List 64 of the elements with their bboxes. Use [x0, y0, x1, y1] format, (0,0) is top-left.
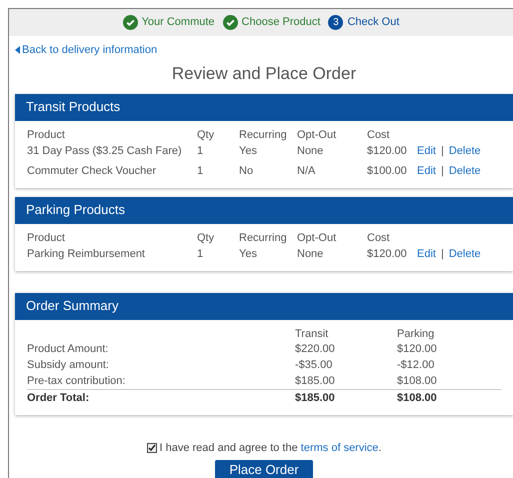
separator: |: [440, 164, 444, 178]
table-cell-text: None: [297, 144, 324, 158]
column-header: Opt-Out: [297, 230, 338, 244]
column-header: Opt-Out: [297, 128, 338, 142]
step-label: Choose Product: [242, 15, 320, 30]
summary-label: Subsidy amount:: [27, 358, 110, 372]
table-cell-text: $185.00: [295, 374, 336, 388]
table-cell-text: -$35.00: [295, 358, 334, 372]
table-cell-text: 1: [197, 246, 204, 260]
panel-header: Parking Products: [15, 196, 513, 224]
terms-link[interactable]: terms of service: [300, 442, 378, 454]
step-label: Check Out: [347, 15, 400, 30]
table-cell-text: No: [239, 164, 254, 178]
table-cell-text: $220.00: [295, 342, 336, 356]
column-header: Product: [27, 230, 66, 244]
edit-link[interactable]: Edit: [417, 246, 436, 260]
table-cell-text: Yes: [239, 144, 258, 158]
table-cell-text: Commuter Check Voucher: [27, 164, 157, 178]
edit-link[interactable]: Edit: [417, 144, 436, 158]
table-cell-text: $120.00: [367, 246, 408, 260]
summary-label: Order Total:: [27, 390, 90, 404]
check-circle-icon: [122, 15, 138, 30]
delete-link[interactable]: Delete: [448, 144, 481, 158]
separator: |: [440, 246, 444, 260]
table-cell-text: Parking Reimbursement: [27, 246, 146, 260]
column-header: Qty: [197, 230, 216, 244]
column-header: Transit: [295, 326, 330, 340]
column-header: Recurring: [239, 128, 288, 142]
column-header: Recurring: [239, 230, 288, 244]
table-cell-text: $108.00: [397, 390, 438, 404]
delete-link[interactable]: Delete: [448, 164, 481, 178]
step-label: Your Commute: [142, 15, 215, 30]
column-header: Product: [27, 128, 66, 142]
table-cell-text: $108.00: [397, 374, 438, 388]
back-link[interactable]: Back to delivery information: [15, 42, 158, 58]
panel-header: Order Summary: [15, 292, 513, 320]
table-cell-text: $120.00: [367, 144, 408, 158]
caret-left-icon: [15, 46, 20, 54]
table-cell-text: $185.00: [295, 390, 336, 404]
table-cell-text: $120.00: [397, 342, 438, 356]
check-circle-icon: [222, 15, 238, 30]
panel-header: Transit Products: [15, 94, 513, 120]
table-cell-text: 31 Day Pass ($3.25 Cash Fare): [27, 144, 183, 158]
table-cell-text: 1: [197, 164, 204, 178]
column-header: Qty: [197, 128, 216, 142]
place-order-button[interactable]: Place Order: [215, 460, 313, 478]
table-cell-text: None: [297, 246, 324, 260]
page-title: Review and Place Order: [170, 62, 358, 84]
step-number: 3: [328, 15, 344, 30]
table-cell-text: -$12.00: [397, 358, 436, 372]
edit-link[interactable]: Edit: [417, 164, 436, 178]
separator: |: [440, 144, 444, 158]
agreement-text: I have read and agree to the terms of service.: [160, 440, 382, 454]
column-header: Cost: [367, 230, 391, 244]
table-cell-text: Yes: [239, 246, 258, 260]
table-cell-text: $100.00: [367, 164, 408, 178]
agreement-checkbox[interactable]: [146, 442, 156, 452]
summary-label: Pre-tax contribution:: [27, 374, 126, 388]
column-header: Cost: [367, 128, 391, 142]
delete-link[interactable]: Delete: [448, 246, 481, 260]
table-cell-text: N/A: [297, 164, 316, 178]
table-cell-text: 1: [197, 144, 204, 158]
summary-label: Product Amount:: [27, 342, 110, 356]
column-header: Parking: [397, 326, 436, 340]
